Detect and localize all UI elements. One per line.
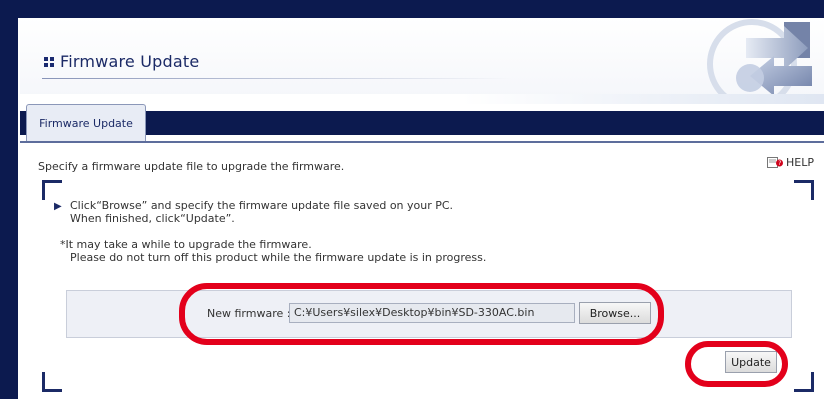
tab-bar: Firmware Update (20, 104, 824, 143)
header-gradient (20, 94, 824, 104)
window-frame-top (0, 0, 824, 18)
note-line-2: Please do not turn off this product whil… (70, 251, 487, 264)
help-link[interactable]: ? HELP (767, 156, 814, 169)
panel-corner (794, 372, 814, 392)
note-line-1: *It may take a while to upgrade the firm… (60, 238, 312, 251)
new-firmware-label: New firmware : (207, 307, 291, 320)
window-frame-left (0, 18, 18, 399)
panel-corner (42, 180, 62, 200)
instruction-text: Specify a firmware update file to upgrad… (38, 160, 345, 173)
help-book-icon: ? (767, 157, 784, 168)
page-header: Firmware Update (20, 18, 824, 104)
page-title: Firmware Update (60, 52, 200, 71)
firmware-panel: ▶ Click“Browse” and specify the firmware… (42, 180, 814, 392)
four-squares-icon (44, 56, 54, 67)
title-underline (42, 78, 512, 79)
tab-underline (20, 141, 824, 143)
browse-button[interactable]: Browse... (579, 302, 651, 324)
panel-corner (42, 372, 62, 392)
svg-text:?: ? (778, 160, 781, 167)
firmware-file-input[interactable]: C:¥Users¥silex¥Desktop¥bin¥SD-330AC.bin (289, 303, 575, 323)
triangle-right-icon: ▶ (54, 201, 62, 212)
arrows-logo-graphic (707, 19, 812, 104)
tab-firmware-update[interactable]: Firmware Update (26, 104, 146, 142)
step-line-2: When finished, click“Update”. (70, 212, 235, 225)
update-button[interactable]: Update (725, 351, 777, 373)
panel-corner (794, 180, 814, 200)
step-line-1: Click“Browse” and specify the firmware u… (70, 199, 454, 212)
firmware-form-box: New firmware : C:¥Users¥silex¥Desktop¥bi… (66, 290, 792, 338)
title-group: Firmware Update (44, 52, 199, 71)
help-label: HELP (786, 156, 814, 169)
